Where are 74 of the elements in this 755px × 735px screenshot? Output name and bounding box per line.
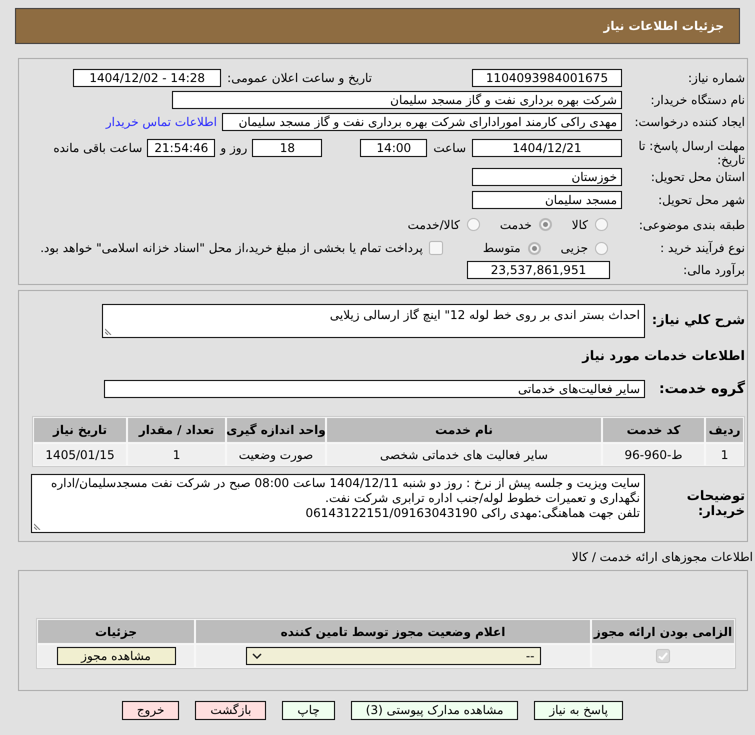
status-select[interactable]: -- <box>246 647 540 665</box>
table-header-cell: نام خدمت <box>327 418 601 442</box>
deadline-time-field[interactable]: 14:00 <box>360 139 428 157</box>
view-license-button[interactable]: مشاهده مجوز <box>56 647 176 665</box>
table-cell: ط-960-96 <box>603 444 704 465</box>
field-label: متوسط <box>482 241 521 255</box>
table-cell: صورت وضعیت <box>227 444 325 465</box>
buyer-notes-text: سایت ویزیت و جلسه پیش از نرخ : روز دو شنبه 1404/12/11 ساعت 08:00 صبح در شرکت نفت مسجدسلیمان/اداره نگهداری و تعمیرات خطوط لوله/جنب اداره ترابری شرکت نفت. تلفن جهت هماهنگی:مهدی راکی 06143122151/09163043190 <box>50 476 640 521</box>
summary-text: احداث بستر اندی بر روی خط لوله 12" اینچ گاز ارسالی زیلایی <box>330 308 640 322</box>
radio-button[interactable] <box>595 242 608 254</box>
resize-grip-icon[interactable] <box>105 327 113 335</box>
table-header-cell: تاریخ نیاز <box>34 418 126 442</box>
action-button[interactable]: چاپ <box>282 701 335 720</box>
resize-grip-icon[interactable] <box>34 522 42 530</box>
field-label: نام دستگاه خریدار: <box>650 93 745 107</box>
field-label: مهلت ارسال پاسخ: تا تاریخ: <box>637 139 745 167</box>
field-label: ساعت باقی مانده <box>53 141 142 155</box>
field-label: کالا/خدمت <box>408 218 460 232</box>
table-header-cell: تعداد / مقدار <box>128 418 225 442</box>
field-label: استان محل تحویل: <box>650 170 745 184</box>
table-header-cell: جزئیات <box>38 620 194 643</box>
field-label: خدمت <box>500 218 532 232</box>
action-button[interactable]: مشاهده مدارک پیوستی (3) <box>350 701 518 720</box>
field-label: برآورد مالی: <box>682 263 745 277</box>
budget-field[interactable]: 23,537,861,951 <box>467 261 610 279</box>
field-label: پرداخت تمام یا بخشی از مبلغ خرید،از محل "اسناد خزانه اسلامی" خواهد بود. <box>40 241 423 255</box>
province-field[interactable]: خوزستان <box>472 168 622 186</box>
buyer-notes-field[interactable] <box>31 474 645 533</box>
radio-button[interactable] <box>528 242 541 254</box>
service-group-field[interactable]: سایر فعالیت‌های خدماتی <box>104 380 645 398</box>
field-label: طبقه بندی موضوعی: <box>638 218 745 232</box>
table-cell: 1 <box>706 444 743 465</box>
table-cell: سایر فعالیت های خدماتی شخصی <box>327 444 601 465</box>
city-field[interactable]: مسجد سلیمان <box>472 191 622 209</box>
days-field[interactable]: 18 <box>252 139 322 157</box>
section-title: اطلاعات مجوزهای ارائه خدمت / کالا <box>572 550 753 564</box>
buyer-org-field[interactable]: شرکت بهره برداری نفت و گاز مسجد سلیمان <box>172 91 622 109</box>
table-cell: 1405/01/15 <box>34 444 126 465</box>
requester-field[interactable]: مهدی راکی کارمند امورادارای شرکت بهره برداری نفت و گاز مسجد سلیمان <box>222 113 622 131</box>
action-button[interactable]: پاسخ به نیاز <box>534 701 623 720</box>
action-button[interactable]: خروج <box>122 701 180 720</box>
radio-button[interactable] <box>466 218 480 231</box>
page-title: جزئیات اطلاعات نیاز <box>603 18 724 35</box>
deadline-date-field[interactable]: 1404/12/21 <box>472 139 622 157</box>
table-header-cell: الزامی بودن ارائه مجوز <box>592 620 734 643</box>
field-label: شهر محل تحویل: <box>657 193 745 207</box>
announce-date-field[interactable]: 1404/12/02 - 14:28 <box>73 69 222 87</box>
checkbox[interactable] <box>428 241 443 255</box>
action-button[interactable]: بازگشت <box>195 701 266 720</box>
field-label: توضیحات خریدار: <box>686 488 745 518</box>
field-label: شرح کلي نیاز: <box>650 314 745 328</box>
field-label: ایجاد کننده درخواست: <box>633 115 745 129</box>
field-label: ساعت <box>433 141 466 155</box>
table-header-cell: اعلام وضعیت مجوز توسط تامین کننده <box>196 620 590 643</box>
buyer-contact-link[interactable]: اطلاعات تماس خریدار <box>106 113 217 131</box>
field-label: روز و <box>220 141 248 155</box>
field-label: گروه خدمت: <box>658 382 745 396</box>
radio-button[interactable] <box>595 218 608 231</box>
remaining-time-field[interactable]: 21:54:46 <box>147 139 216 157</box>
field-label: اطلاعات خدمات مورد نیاز <box>582 349 745 364</box>
radio-button[interactable] <box>538 218 552 231</box>
need-number-field[interactable]: 1104093984001675 <box>472 69 622 87</box>
summary-field[interactable]: احداث بستر اندی بر روی خط لوله 12" اینچ گاز ارسالی زیلایی <box>102 304 645 338</box>
field-label: شماره نیاز: <box>687 71 745 85</box>
table-header-cell: واحد اندازه گیری <box>227 418 325 442</box>
field-label: کالا <box>572 218 588 232</box>
field-label: تاریخ و ساعت اعلان عمومی: <box>227 71 372 85</box>
table-header-cell: کد خدمت <box>603 418 704 442</box>
checkbox[interactable] <box>656 649 670 663</box>
field-label: نوع فرآیند خرید : <box>659 241 745 255</box>
chevron-down-icon <box>252 653 262 659</box>
field-label: جزیی <box>560 241 588 255</box>
table-header-cell: ردیف <box>706 418 743 442</box>
table-cell: 1 <box>128 444 225 465</box>
